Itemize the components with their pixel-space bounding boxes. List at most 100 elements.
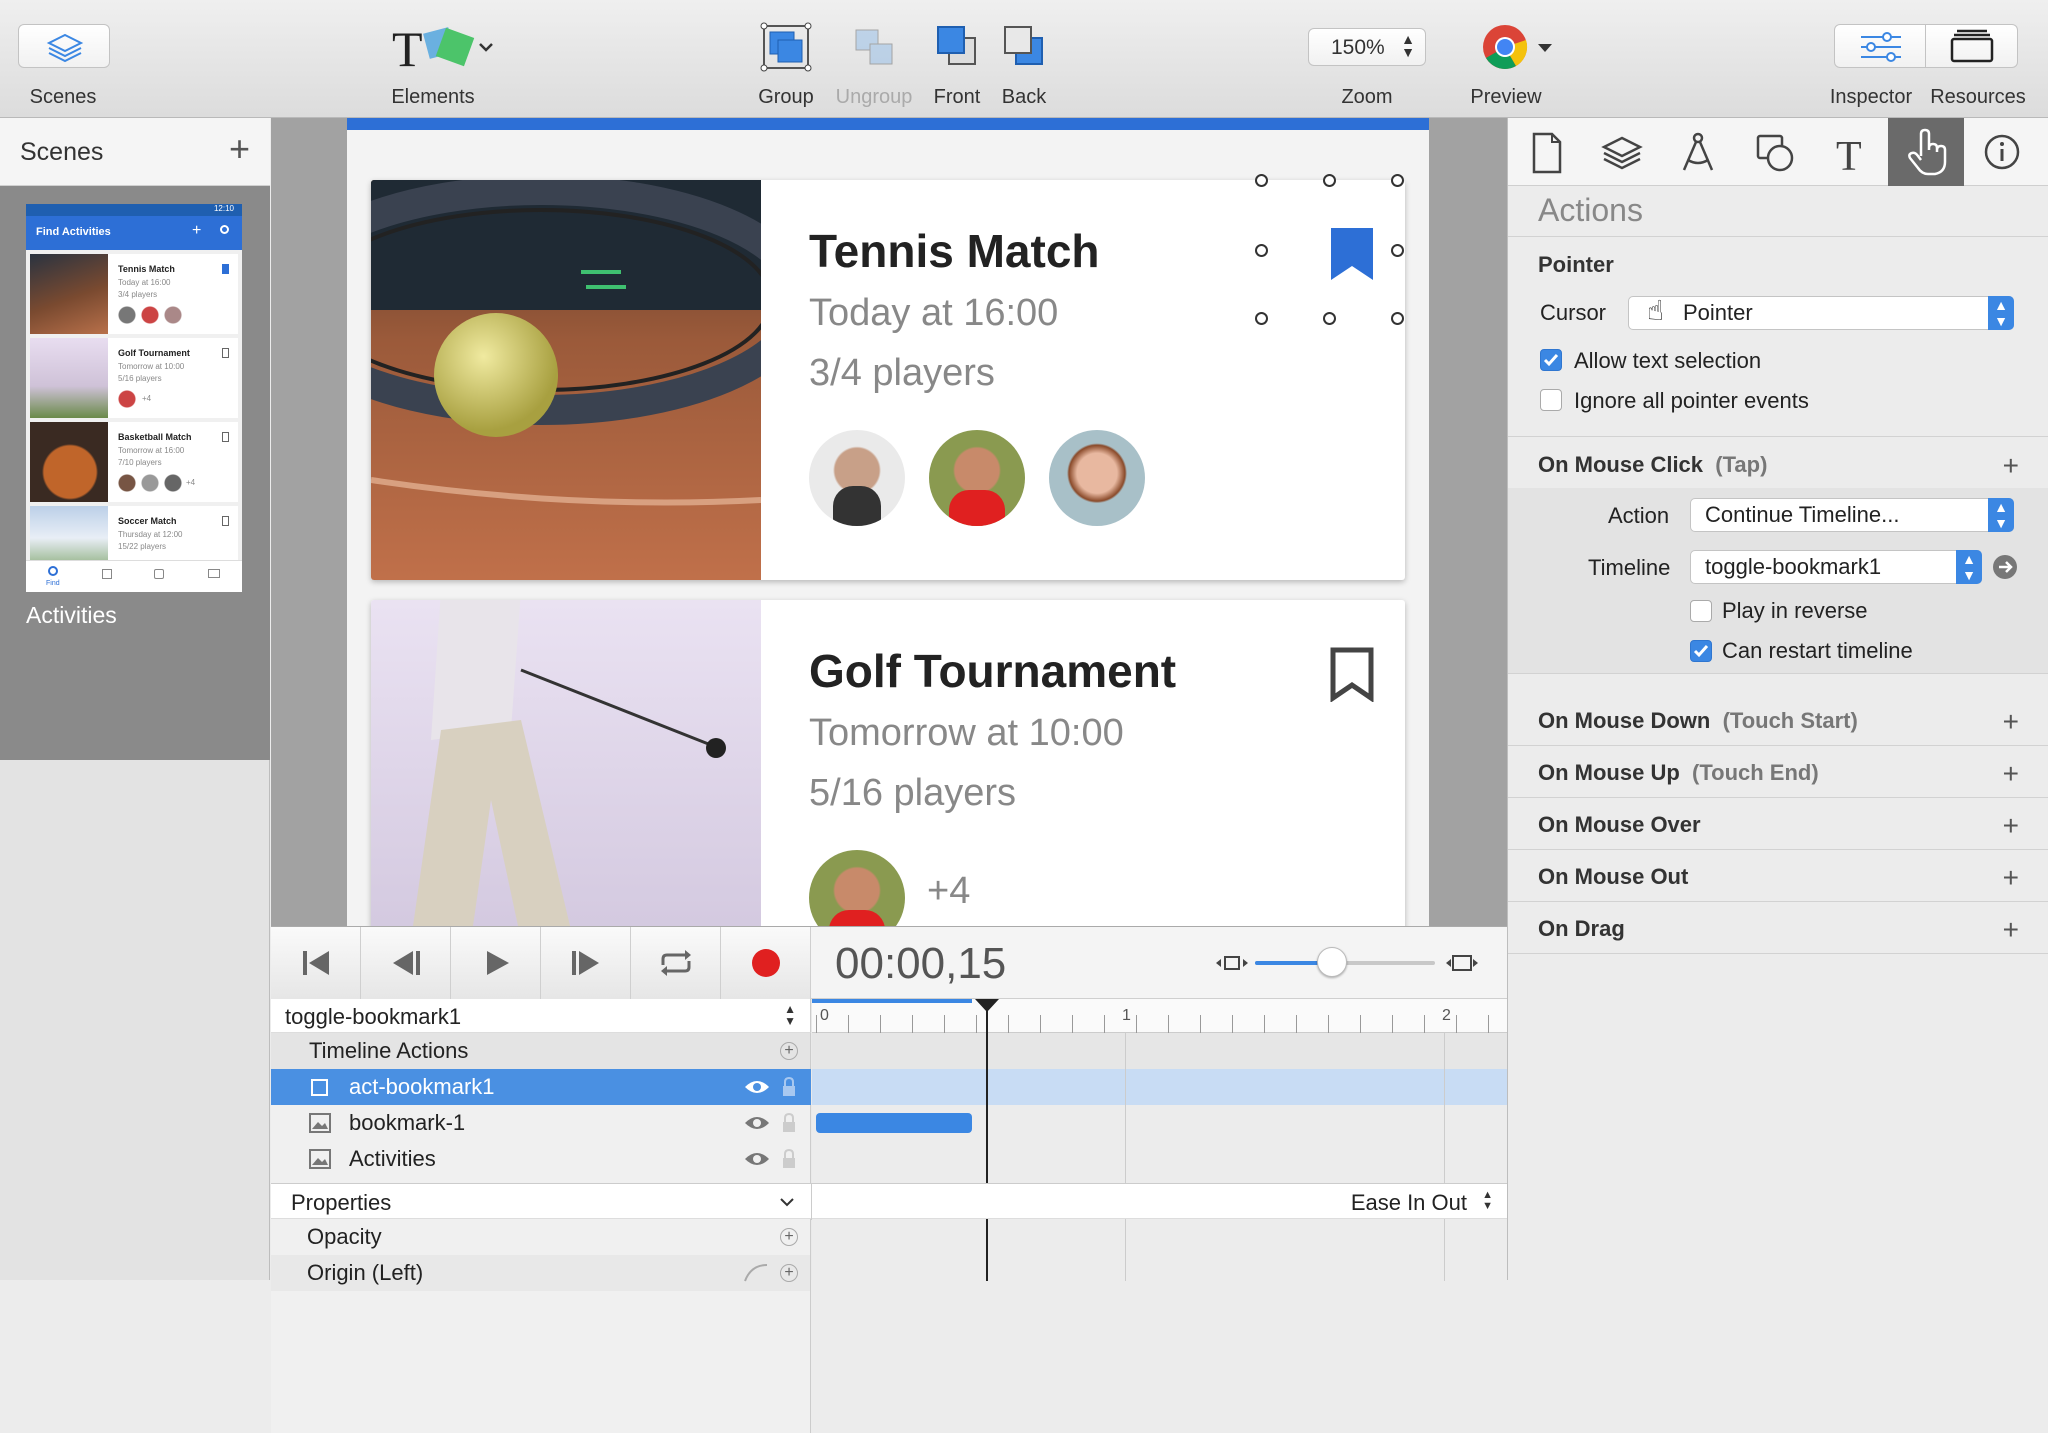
timeline-selector[interactable]: toggle-bookmark1 ▲ ▼ <box>271 999 811 1033</box>
on-mouse-out-section[interactable]: On Mouse Out + <box>1508 850 2048 902</box>
play-reverse-checkbox[interactable] <box>1690 600 1712 622</box>
bookmark-filled-icon[interactable] <box>1329 226 1375 282</box>
add-keyframe-icon[interactable]: + <box>780 1042 798 1060</box>
keyframe-range[interactable] <box>816 1113 972 1133</box>
select-arrows-icon: ▲ ▼ <box>1956 550 1982 584</box>
action-value: Continue Timeline... <box>1705 502 1900 527</box>
elements-label: Elements <box>391 86 475 108</box>
step-back-button[interactable] <box>361 927 451 999</box>
front-button[interactable] <box>935 24 979 68</box>
playhead[interactable] <box>975 999 999 1281</box>
scene-item-activities[interactable]: 12:10 Find Activities + Tennis Match Tod… <box>0 186 270 760</box>
playhead-handle-icon[interactable] <box>975 999 999 1013</box>
preview-button[interactable] <box>1482 24 1554 70</box>
on-mouse-up-section[interactable]: On Mouse Up (Touch End) + <box>1508 746 2048 798</box>
add-action-button[interactable]: + <box>2003 758 2019 790</box>
golf-image <box>371 600 761 926</box>
properties-header[interactable]: Properties Ease In Out ▲ ▼ <box>271 1183 1507 1220</box>
tab-shapes[interactable] <box>1736 118 1812 186</box>
lock-icon[interactable] <box>781 1148 797 1170</box>
tab-text[interactable]: T <box>1812 118 1888 186</box>
eye-icon[interactable] <box>743 1114 771 1132</box>
selection-handle[interactable] <box>1391 174 1404 187</box>
zoom-stepper[interactable]: 150% ▲ ▼ <box>1308 28 1426 66</box>
on-drag-section[interactable]: On Drag + <box>1508 902 2048 954</box>
allow-text-selection-label: Allow text selection <box>1574 348 1762 373</box>
go-to-timeline-icon[interactable] <box>1992 554 2018 580</box>
lock-icon[interactable] <box>781 1076 797 1098</box>
app-bar-edge <box>347 118 1429 130</box>
loop-button[interactable] <box>631 927 721 999</box>
action-select[interactable]: Continue Timeline... ▲ ▼ <box>1690 498 2014 532</box>
selection-handle[interactable] <box>1323 312 1336 325</box>
on-mouse-over-section[interactable]: On Mouse Over + <box>1508 798 2048 850</box>
thumb-nav-profile-icon <box>154 569 164 579</box>
resources-button[interactable] <box>1926 24 2018 68</box>
scenes-button[interactable] <box>18 24 110 68</box>
back-button[interactable] <box>1002 24 1046 68</box>
timeline-select[interactable]: toggle-bookmark1 ▲ ▼ <box>1690 550 1982 584</box>
add-action-button[interactable]: + <box>2003 810 2019 842</box>
tab-metrics[interactable] <box>1660 118 1736 186</box>
cursor-select[interactable]: ☝ Pointer ▲ ▼ <box>1628 295 2014 330</box>
on-mouse-click-section[interactable]: On Mouse Click (Tap) + <box>1508 438 2048 492</box>
tab-document[interactable] <box>1508 118 1584 186</box>
ungroup-button[interactable] <box>848 22 900 72</box>
layers-icon <box>46 33 84 63</box>
tab-scene[interactable] <box>1584 118 1660 186</box>
zoom-in-icon[interactable] <box>1445 953 1479 973</box>
selection-handle[interactable] <box>1255 174 1268 187</box>
activity-card-golf[interactable]: Golf Tournament Tomorrow at 10:00 5/16 p… <box>371 600 1405 926</box>
inspector-tabs: T <box>1508 118 2048 186</box>
on-up-paren: (Touch End) <box>1692 760 1819 785</box>
go-start-button[interactable] <box>271 927 361 999</box>
easing-label[interactable]: Ease In Out <box>1351 1190 1467 1216</box>
timeline-zoom-slider[interactable] <box>1255 947 1435 977</box>
layer-row-activities[interactable]: Activities <box>271 1141 811 1177</box>
thumb-status-bar: 12:10 <box>26 204 242 216</box>
add-keyframe-icon[interactable]: + <box>780 1264 798 1282</box>
layer-row-act-bookmark1[interactable]: act-bookmark1 <box>271 1069 811 1105</box>
thumb-card-line2: 7/10 players <box>118 458 162 467</box>
play-button[interactable] <box>451 927 541 999</box>
on-drag-label: On Drag <box>1538 916 1625 941</box>
play-reverse-label: Play in reverse <box>1722 598 1868 623</box>
timeline-actions-row[interactable]: Timeline Actions + <box>271 1033 811 1069</box>
add-keyframe-icon[interactable]: + <box>780 1228 798 1246</box>
group-button[interactable] <box>760 22 812 72</box>
allow-text-selection-checkbox[interactable] <box>1540 349 1562 371</box>
slider-knob[interactable] <box>1317 947 1347 977</box>
tab-info[interactable] <box>1964 118 2040 186</box>
zoom-out-icon[interactable] <box>1215 953 1249 973</box>
tab-actions[interactable] <box>1888 118 1964 186</box>
can-restart-checkbox[interactable] <box>1690 640 1712 662</box>
selection-handle[interactable] <box>1323 174 1336 187</box>
property-row-origin-left[interactable]: Origin (Left) + <box>271 1255 811 1291</box>
add-action-button[interactable]: + <box>2003 450 2019 482</box>
eye-icon[interactable] <box>743 1078 771 1096</box>
track-area[interactable]: 0 1 2 <box>812 999 1507 1183</box>
elements-button[interactable]: T <box>390 21 496 77</box>
property-row-opacity[interactable]: Opacity + <box>271 1219 811 1255</box>
activity-card-tennis[interactable]: Tennis Match Today at 16:00 3/4 players <box>371 180 1405 580</box>
lock-icon[interactable] <box>781 1112 797 1134</box>
document-page: Tennis Match Today at 16:00 3/4 players <box>347 118 1429 926</box>
add-scene-button[interactable]: + <box>229 128 250 170</box>
bookmark-outline-icon[interactable] <box>1329 646 1375 702</box>
selection-handle[interactable] <box>1391 244 1404 257</box>
thumb-search-icon <box>220 225 229 234</box>
layer-row-bookmark-1[interactable]: bookmark-1 <box>271 1105 811 1141</box>
selection-handle[interactable] <box>1255 312 1268 325</box>
canvas-area[interactable]: Tennis Match Today at 16:00 3/4 players <box>271 118 1507 926</box>
ignore-pointer-events-checkbox[interactable] <box>1540 389 1562 411</box>
inspector-button[interactable] <box>1834 24 1926 68</box>
on-mouse-down-section[interactable]: On Mouse Down (Touch Start) + <box>1508 694 2048 746</box>
step-forward-button[interactable] <box>541 927 631 999</box>
add-action-button[interactable]: + <box>2003 862 2019 894</box>
selection-handle[interactable] <box>1255 244 1268 257</box>
eye-icon[interactable] <box>743 1150 771 1168</box>
add-action-button[interactable]: + <box>2003 706 2019 738</box>
add-action-button[interactable]: + <box>2003 914 2019 946</box>
selection-handle[interactable] <box>1391 312 1404 325</box>
record-button[interactable] <box>721 927 811 999</box>
